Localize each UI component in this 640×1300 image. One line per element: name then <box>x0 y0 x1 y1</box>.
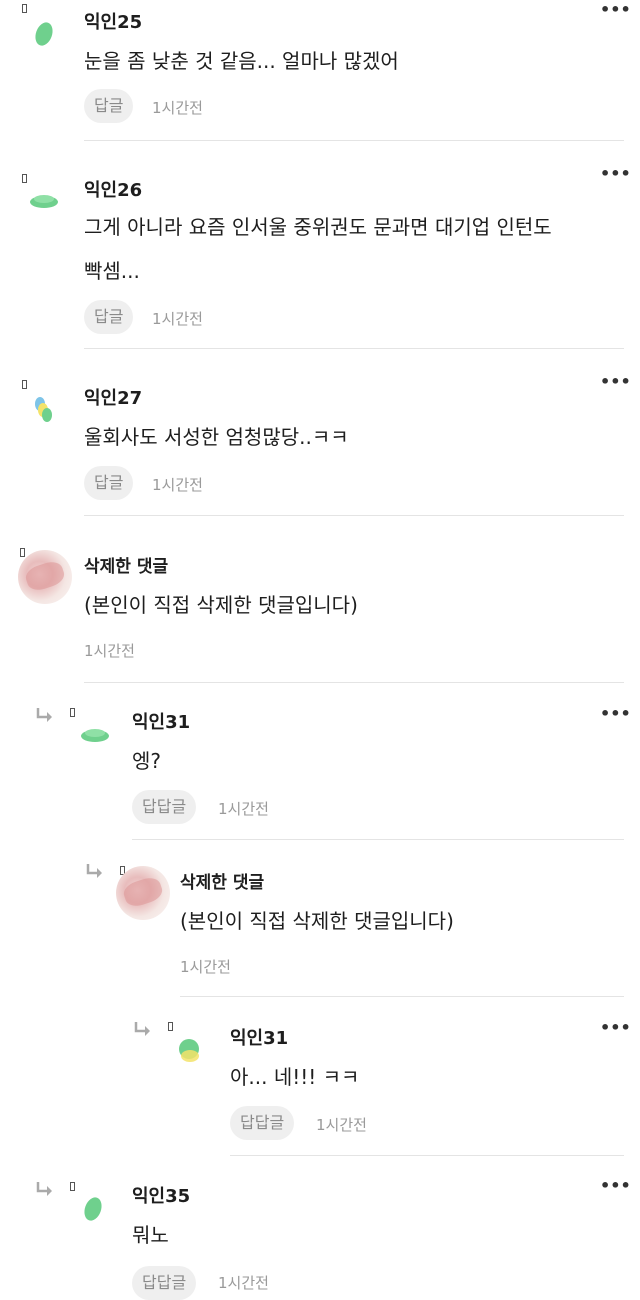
divider <box>84 348 624 349</box>
timestamp: 1시간전 <box>180 958 231 976</box>
avatar <box>35 22 53 46</box>
avatar <box>30 195 58 208</box>
more-dots-icon[interactable]: ••• <box>600 704 631 723</box>
timestamp: 1시간전 <box>218 800 269 818</box>
avatar <box>35 397 52 422</box>
comment-item: 익인27 울회사도 서성한 엄청많당..ㅋㅋ 답글 1시간전 ••• <box>0 350 640 516</box>
level-mark <box>168 1022 173 1031</box>
comment-item: 삭제한 댓글 (본인이 직접 삭제한 댓글입니다) 1시간전 <box>0 516 640 684</box>
comment-text: 엥? <box>132 749 162 773</box>
reply-button[interactable]: 답글 <box>84 89 134 123</box>
commenter-name: 익인27 <box>84 388 143 409</box>
level-mark <box>70 708 75 717</box>
comment-text: 아... 네!!! ㅋㅋ <box>230 1065 360 1089</box>
more-dots-icon[interactable]: ••• <box>600 1018 631 1037</box>
commenter-name: 익인26 <box>84 180 143 201</box>
comment-text: (본인이 직접 삭제한 댓글입니다) <box>180 909 454 933</box>
avatar <box>84 1197 102 1221</box>
reply-arrow-icon <box>36 708 52 722</box>
timestamp: 1시간전 <box>218 1274 269 1292</box>
reply-button[interactable]: 답답글 <box>132 790 197 824</box>
divider <box>180 996 624 997</box>
more-dots-icon[interactable]: ••• <box>600 0 631 19</box>
comment-text: 울회사도 서성한 엄청많당..ㅋㅋ <box>84 425 349 449</box>
commenter-name: 익인35 <box>132 1186 191 1207</box>
reply-button[interactable]: 답답글 <box>132 1266 197 1300</box>
reply-button[interactable]: 답글 <box>84 300 134 334</box>
level-mark <box>22 380 27 389</box>
more-dots-icon[interactable]: ••• <box>600 372 631 391</box>
reply-button[interactable]: 답글 <box>84 466 134 500</box>
commenter-name: 익인31 <box>230 1028 289 1049</box>
reply-arrow-icon <box>134 1022 150 1036</box>
reply-arrow-icon <box>36 1182 52 1196</box>
reply-button[interactable]: 답답글 <box>230 1106 295 1140</box>
comment-text-line-1: 그게 아니라 요즘 인서울 중위권도 문과면 대기업 인턴도 <box>84 215 552 239</box>
level-mark <box>70 1182 75 1191</box>
level-mark <box>22 4 27 13</box>
avatar <box>179 1039 199 1062</box>
comment-item-reply: 익인31 아... 네!!! ㅋㅋ 답답글 1시간전 ••• <box>0 998 640 1156</box>
divider <box>84 682 624 683</box>
timestamp: 1시간전 <box>152 310 203 328</box>
commenter-name: 삭제한 댓글 <box>84 557 169 577</box>
avatar <box>18 550 72 604</box>
more-dots-icon[interactable]: ••• <box>600 164 631 183</box>
comment-text: 눈을 좀 낮춘 것 같음... 얼마나 많겠어 <box>84 49 399 73</box>
level-mark <box>20 548 25 557</box>
comment-text: (본인이 직접 삭제한 댓글입니다) <box>84 593 358 617</box>
timestamp: 1시간전 <box>84 642 135 660</box>
avatar <box>116 866 170 920</box>
comment-text-line-2: 빡셈... <box>84 259 140 283</box>
timestamp: 1시간전 <box>152 476 203 494</box>
level-mark <box>22 174 27 183</box>
reply-arrow-icon <box>86 864 102 878</box>
commenter-name: 삭제한 댓글 <box>180 873 265 893</box>
comment-item-reply: 삭제한 댓글 (본인이 직접 삭제한 댓글입니다) 1시간전 <box>0 840 640 998</box>
divider <box>84 140 624 141</box>
commenter-name: 익인31 <box>132 712 191 733</box>
more-dots-icon[interactable]: ••• <box>600 1176 631 1195</box>
comment-item: 익인25 눈을 좀 낮춘 것 같음... 얼마나 많겠어 답글 1시간전 ••• <box>0 0 640 150</box>
comment-item-reply: 익인31 엥? 답답글 1시간전 ••• <box>0 684 640 840</box>
commenter-name: 익인25 <box>84 12 143 33</box>
timestamp: 1시간전 <box>316 1116 367 1134</box>
comment-item: 익인26 그게 아니라 요즘 인서울 중위권도 문과면 대기업 인턴도 빡셈..… <box>0 150 640 350</box>
comment-item-reply: 익인35 뭐노 답답글 1시간전 ••• <box>0 1156 640 1300</box>
comment-text: 뭐노 <box>132 1223 169 1247</box>
avatar <box>81 729 109 742</box>
timestamp: 1시간전 <box>152 99 203 117</box>
